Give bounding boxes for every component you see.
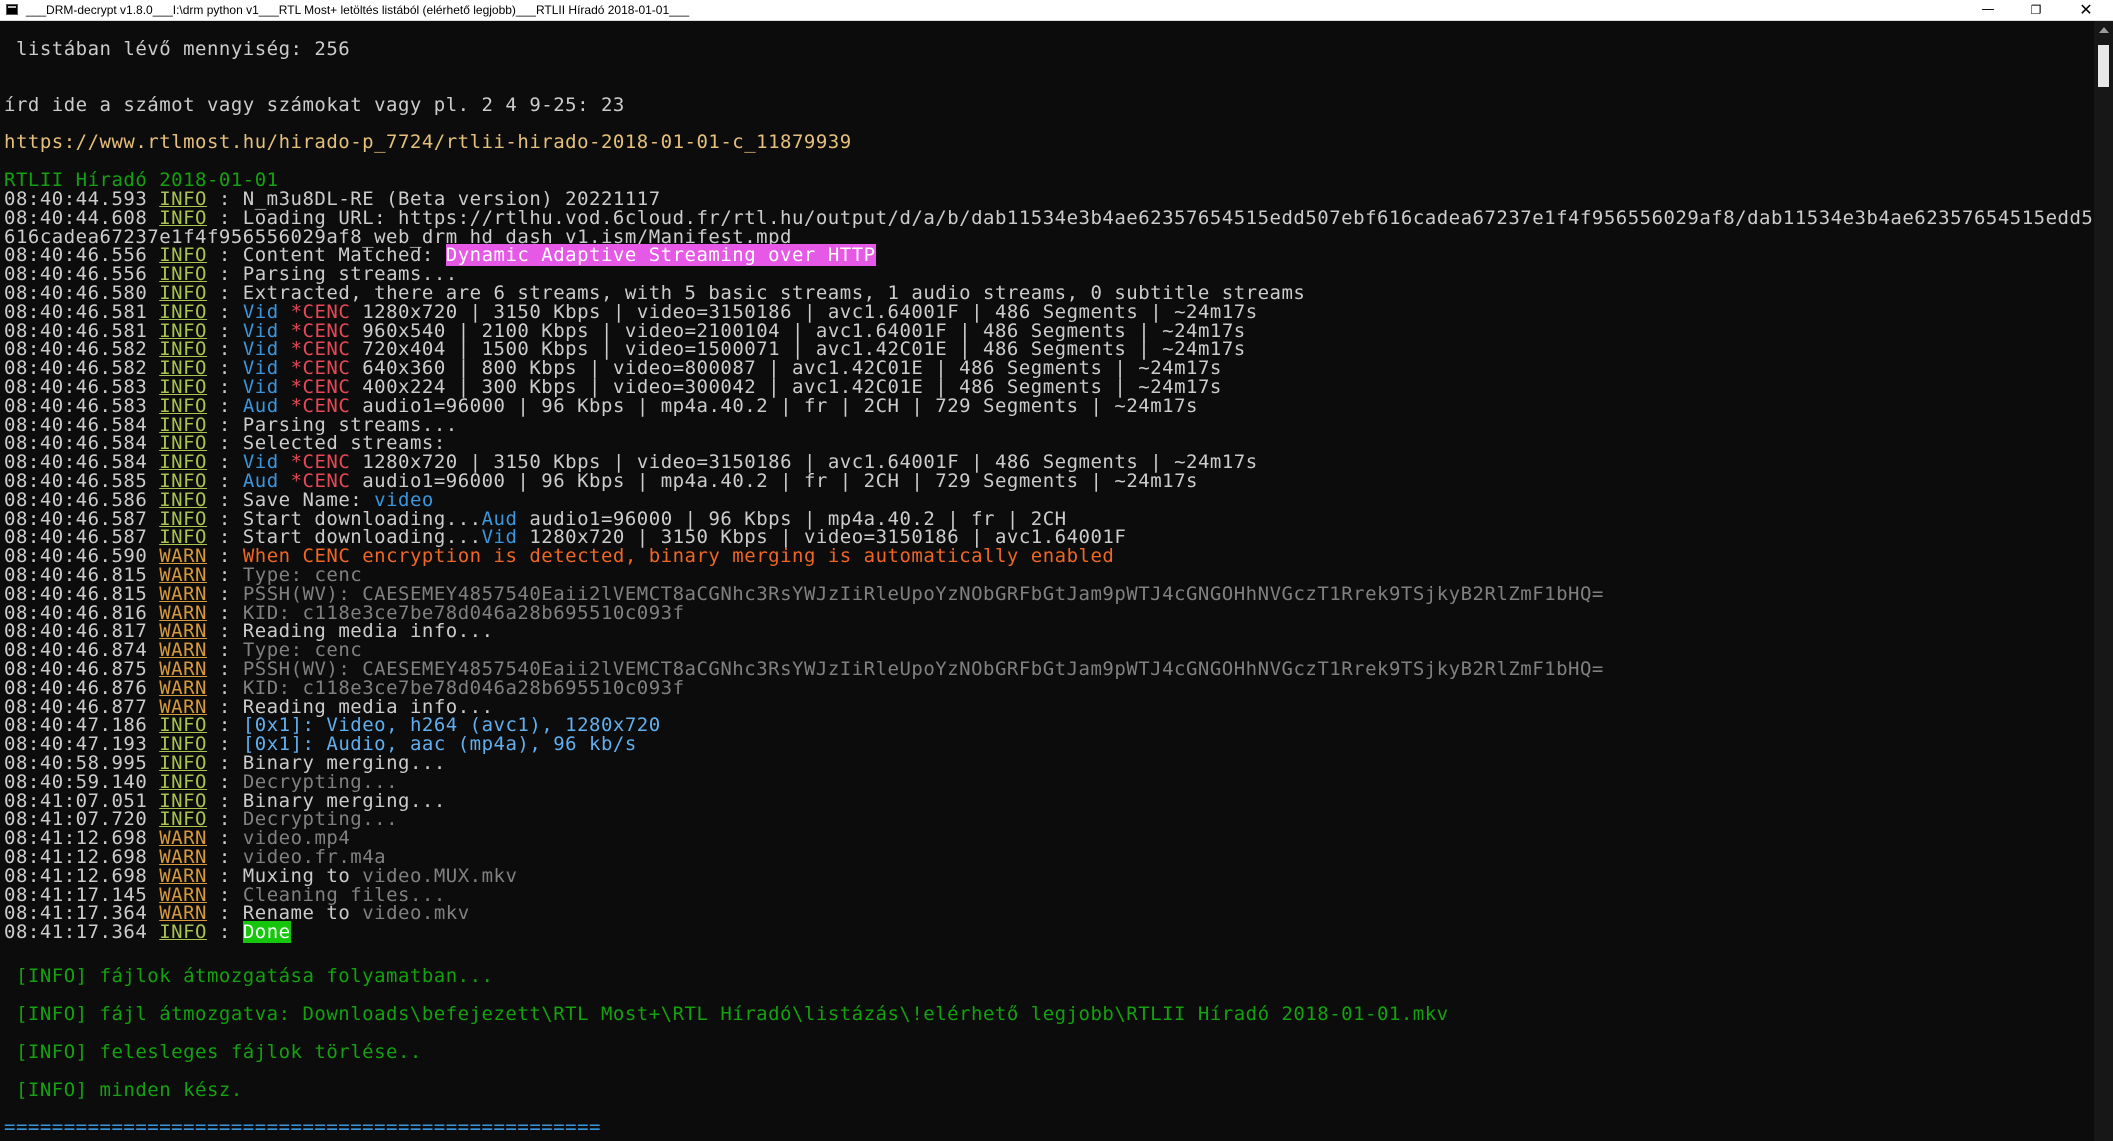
scrollbar-thumb[interactable] (2098, 45, 2109, 87)
window-title: ___DRM-decrypt v1.8.0___I:\drm python v1… (26, 3, 690, 17)
log-text: Done (242, 921, 291, 944)
window-titlebar[interactable]: ___DRM-decrypt v1.8.0___I:\drm python v1… (0, 0, 2113, 21)
status-ready: [INFO] minden kész. (4, 1079, 243, 1101)
log-text: audio1=96000 | 96 Kbps | mp4a.40.2 | fr … (350, 470, 1198, 492)
status-moved: [INFO] fájl átmozgatva: Downloads\befeje… (4, 1003, 1449, 1025)
list-count-line: listában lévő mennyiség: 256 (4, 38, 351, 60)
scroll-up-arrow-icon[interactable] (2099, 27, 2109, 33)
vertical-scrollbar[interactable] (2094, 21, 2113, 1141)
log-timestamp: 08:41:17.364 (4, 921, 160, 944)
status-deleting: [INFO] felesleges fájlok törlése.. (4, 1041, 422, 1063)
prompt-line: írd ide a számot vagy számokat vagy pl. … (4, 94, 625, 116)
separator-line: ========================================… (4, 1116, 601, 1138)
status-moving: [INFO] fájlok átmozgatása folyamatban... (4, 965, 494, 987)
minimize-button[interactable]: — (1965, 0, 2011, 20)
console-output[interactable]: listában lévő mennyiség: 256 írd ide a s… (0, 21, 2094, 1141)
log-level-info: INFO (159, 921, 207, 944)
log-text: When CENC encryption is detected, binary… (242, 545, 1115, 568)
episode-url: https://www.rtlmost.hu/hirado-p_7724/rtl… (4, 131, 852, 153)
log-text: video.mkv (362, 902, 470, 925)
console-app-icon (6, 4, 18, 15)
log-text: : (206, 921, 243, 944)
log-line: 08:41:17.364 INFO : Done (4, 921, 291, 944)
maximize-button[interactable]: ❐ (2013, 0, 2059, 20)
close-button[interactable]: ✕ (2063, 0, 2109, 20)
log-text: audio1=96000 | 96 Kbps | mp4a.40.2 | fr … (350, 394, 1198, 417)
log-text: Dynamic Adaptive Streaming over HTTP (445, 244, 876, 267)
